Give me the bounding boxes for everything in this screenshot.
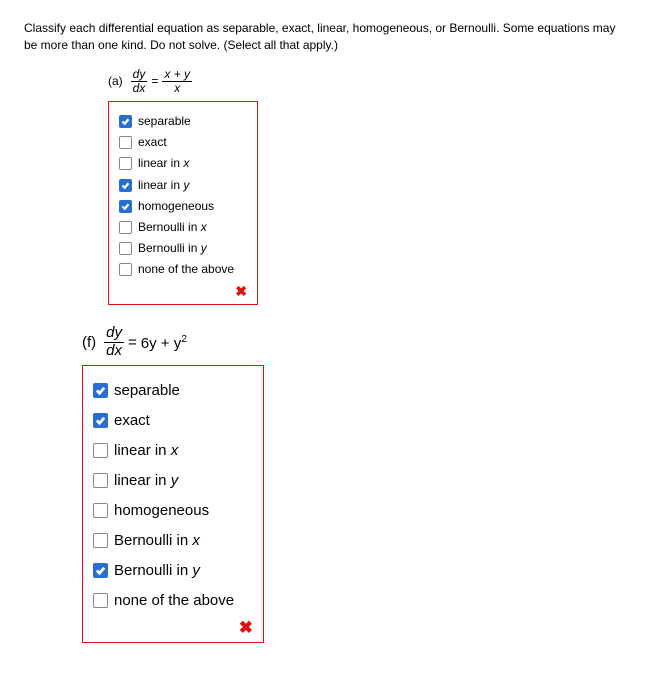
- rhs-num: x + y: [162, 68, 192, 82]
- checkbox[interactable]: [119, 242, 132, 255]
- option-row: Bernoulli in y: [93, 557, 253, 584]
- option-label: linear in x: [138, 154, 189, 173]
- checkbox[interactable]: [119, 157, 132, 170]
- fraction-lhs: dy dx: [131, 68, 148, 95]
- option-row: Bernoulli in x: [119, 218, 247, 237]
- fraction-rhs: x + y x: [162, 68, 192, 95]
- checkbox[interactable]: [119, 263, 132, 276]
- checkbox[interactable]: [119, 179, 132, 192]
- incorrect-icon: ✖: [239, 618, 253, 637]
- option-label: exact: [114, 407, 150, 434]
- checkbox[interactable]: [119, 115, 132, 128]
- feedback-a: ✖: [119, 283, 247, 300]
- part-a: (a) dy dx = x + y x separable exact linear…: [108, 68, 622, 306]
- option-row: homogeneous: [119, 197, 247, 216]
- option-label: exact: [138, 133, 167, 152]
- fraction-lhs-f: dy dx: [104, 325, 124, 359]
- option-label: none of the above: [114, 587, 234, 614]
- checkbox[interactable]: [93, 593, 108, 608]
- option-row: linear in y: [93, 467, 253, 494]
- option-row: exact: [93, 407, 253, 434]
- equals-op: =: [151, 74, 158, 88]
- option-label: linear in y: [138, 176, 189, 195]
- lhs-den: dx: [104, 343, 124, 360]
- option-label: separable: [138, 112, 191, 131]
- option-label: separable: [114, 377, 180, 404]
- lhs-den: dx: [131, 82, 148, 95]
- option-row: Bernoulli in x: [93, 527, 253, 554]
- option-label: none of the above: [138, 260, 234, 279]
- checkbox[interactable]: [93, 503, 108, 518]
- rhs-expr: 6y + y2: [141, 333, 187, 352]
- equation-a: (a) dy dx = x + y x: [108, 68, 622, 95]
- equals-op-f: =: [128, 334, 137, 351]
- question-instructions: Classify each differential equation as s…: [24, 20, 622, 54]
- checkbox[interactable]: [93, 413, 108, 428]
- option-row: Bernoulli in y: [119, 239, 247, 258]
- option-label: homogeneous: [114, 497, 209, 524]
- checkbox[interactable]: [93, 473, 108, 488]
- checkbox[interactable]: [93, 383, 108, 398]
- incorrect-icon: ✖: [235, 283, 247, 299]
- part-f: (f) dy dx = 6y + y2 separable exact linear…: [82, 325, 622, 643]
- rhs-sup: 2: [181, 333, 187, 345]
- lhs-num: dy: [131, 68, 148, 82]
- option-label: Bernoulli in x: [114, 527, 200, 554]
- checkbox[interactable]: [119, 200, 132, 213]
- option-label: Bernoulli in y: [114, 557, 200, 584]
- option-row: linear in y: [119, 176, 247, 195]
- answer-box-a: separable exact linear in x linear in y homo…: [108, 101, 258, 306]
- feedback-f: ✖: [93, 618, 253, 638]
- option-label: Bernoulli in y: [138, 239, 207, 258]
- option-row: none of the above: [93, 587, 253, 614]
- checkbox[interactable]: [93, 563, 108, 578]
- rhs-text: 6y + y: [141, 335, 181, 352]
- checkbox[interactable]: [119, 136, 132, 149]
- equation-f: (f) dy dx = 6y + y2: [82, 325, 622, 359]
- checkbox[interactable]: [119, 221, 132, 234]
- option-row: none of the above: [119, 260, 247, 279]
- option-label: Bernoulli in x: [138, 218, 207, 237]
- option-row: linear in x: [93, 437, 253, 464]
- option-row: separable: [119, 112, 247, 131]
- lhs-num: dy: [104, 325, 124, 343]
- option-row: linear in x: [119, 154, 247, 173]
- option-label: linear in x: [114, 437, 178, 464]
- rhs-den: x: [162, 82, 192, 95]
- option-label: homogeneous: [138, 197, 214, 216]
- part-label-f: (f): [82, 334, 96, 351]
- option-row: exact: [119, 133, 247, 152]
- checkbox[interactable]: [93, 533, 108, 548]
- part-label-a: (a): [108, 74, 123, 88]
- checkbox[interactable]: [93, 443, 108, 458]
- option-label: linear in y: [114, 467, 178, 494]
- option-row: homogeneous: [93, 497, 253, 524]
- option-row: separable: [93, 377, 253, 404]
- answer-box-f: separable exact linear in x linear in y homo…: [82, 365, 264, 643]
